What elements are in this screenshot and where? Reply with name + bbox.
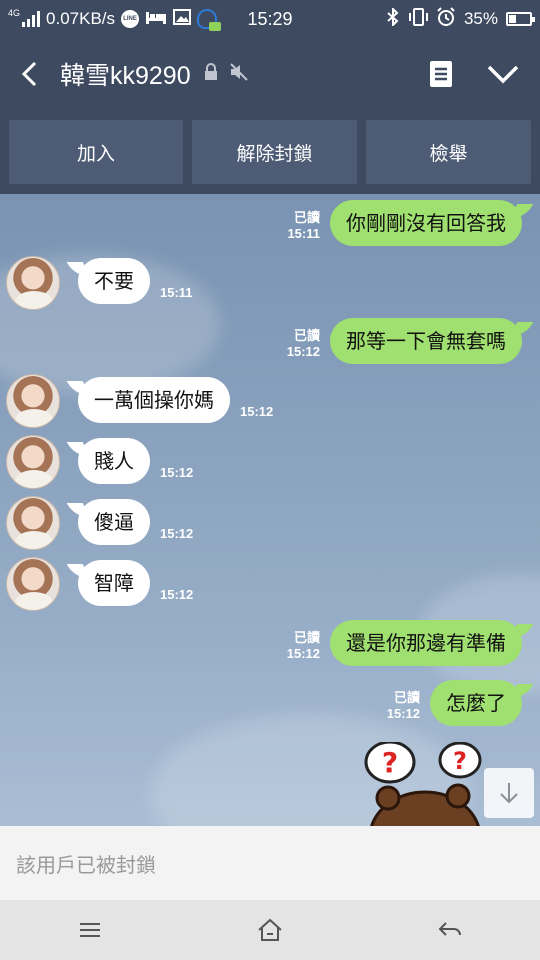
mute-icon bbox=[229, 63, 249, 85]
message-time: 15:12 bbox=[160, 465, 194, 480]
message-in: 智障 15:12 bbox=[78, 560, 193, 606]
question-mark: ? bbox=[382, 746, 398, 779]
scroll-to-bottom-button[interactable] bbox=[484, 768, 534, 818]
message-in: 一萬個操你媽 15:12 bbox=[78, 377, 273, 423]
message-bubble[interactable]: 怎麼了 bbox=[430, 680, 522, 726]
avatar[interactable] bbox=[6, 557, 60, 611]
message-time: 15:12 bbox=[286, 646, 320, 661]
message-time: 15:11 bbox=[160, 285, 193, 300]
blocked-notice-bar: 該用戶已被封鎖 bbox=[0, 826, 540, 900]
message-meta: 已讀 15:11 bbox=[287, 210, 320, 242]
message-in: 不要 15:11 bbox=[78, 258, 193, 304]
line-app-icon: LINE bbox=[121, 10, 140, 28]
message-time: 15:11 bbox=[287, 226, 320, 241]
back-icon bbox=[21, 61, 37, 87]
action-bar: 加入 解除封鎖 檢舉 bbox=[0, 110, 540, 194]
message-meta: 已讀 15:12 bbox=[287, 328, 320, 360]
status-right: 35% bbox=[386, 6, 535, 32]
chevron-down-icon bbox=[487, 65, 519, 84]
nav-home-button[interactable] bbox=[240, 905, 300, 955]
nav-menu-button[interactable] bbox=[60, 905, 120, 955]
message-out: 已讀 15:12 怎麼了 bbox=[387, 680, 522, 726]
mic-assistant-icon bbox=[197, 9, 222, 31]
message-in: 傻逼 15:12 bbox=[78, 499, 193, 545]
message-time: 15:12 bbox=[160, 587, 194, 602]
nav-back-button[interactable] bbox=[420, 905, 480, 955]
title-icons bbox=[203, 63, 249, 85]
bear-question-sticker[interactable]: ? ? bbox=[360, 742, 490, 826]
message-bubble[interactable]: 不要 bbox=[78, 258, 150, 304]
bluetooth-icon bbox=[386, 6, 400, 31]
home-icon bbox=[258, 918, 282, 941]
menu-icon bbox=[80, 923, 100, 937]
message-bubble[interactable]: 智障 bbox=[78, 560, 150, 606]
notes-icon bbox=[430, 61, 452, 87]
message-bubble[interactable]: 賤人 bbox=[78, 438, 150, 484]
system-nav-bar bbox=[0, 900, 540, 960]
alarm-icon bbox=[436, 6, 456, 32]
message-bubble[interactable]: 那等一下會無套嗎 bbox=[330, 318, 522, 364]
read-receipt: 已讀 bbox=[293, 210, 320, 225]
battery-icon bbox=[506, 12, 535, 26]
chat-header: 韓雪kk9290 bbox=[0, 38, 540, 110]
message-meta: 已讀 15:12 bbox=[387, 690, 420, 722]
network-speed: 0.07KB/s bbox=[46, 9, 116, 28]
read-receipt: 已讀 bbox=[293, 630, 320, 645]
add-friend-button[interactable]: 加入 bbox=[9, 120, 183, 184]
message-bubble[interactable]: 一萬個操你媽 bbox=[78, 377, 230, 423]
message-time: 15:12 bbox=[286, 344, 320, 359]
back-button[interactable] bbox=[0, 38, 60, 110]
blocked-notice: 該用戶已被封鎖 bbox=[16, 852, 156, 877]
message-out: 已讀 15:12 還是你那邊有準備 bbox=[287, 620, 522, 666]
read-receipt: 已讀 bbox=[293, 328, 320, 343]
message-bubble[interactable]: 你剛剛沒有回答我 bbox=[330, 200, 522, 246]
bed-icon bbox=[145, 9, 167, 30]
status-left: 4G 0.07KB/s LINE bbox=[8, 7, 222, 31]
avatar[interactable] bbox=[6, 256, 60, 310]
message-bubble[interactable]: 還是你那邊有準備 bbox=[330, 620, 522, 666]
message-meta: 已讀 15:12 bbox=[287, 630, 320, 662]
vibrate-icon bbox=[408, 7, 428, 31]
menu-expand-button[interactable] bbox=[486, 57, 520, 91]
read-receipt: 已讀 bbox=[393, 690, 420, 705]
message-bubble[interactable]: 傻逼 bbox=[78, 499, 150, 545]
message-time: 15:12 bbox=[160, 526, 194, 541]
battery-percent: 35% bbox=[463, 9, 498, 28]
signal-icon bbox=[22, 11, 41, 27]
message-time: 15:12 bbox=[386, 706, 420, 721]
image-icon bbox=[173, 8, 192, 30]
lock-icon bbox=[203, 63, 219, 85]
chat-title: 韓雪kk9290 bbox=[60, 62, 191, 90]
avatar[interactable] bbox=[6, 496, 60, 550]
message-out: 已讀 15:12 那等一下會無套嗎 bbox=[287, 318, 522, 364]
message-out: 已讀 15:11 你剛剛沒有回答我 bbox=[287, 200, 522, 246]
network-type: 4G bbox=[8, 7, 21, 18]
report-button[interactable]: 檢舉 bbox=[366, 120, 531, 184]
unblock-button[interactable]: 解除封鎖 bbox=[192, 120, 357, 184]
notes-button[interactable] bbox=[424, 57, 458, 91]
message-in: 賤人 15:12 bbox=[78, 438, 193, 484]
avatar[interactable] bbox=[6, 374, 60, 428]
question-mark: ? bbox=[453, 747, 467, 775]
back-nav-icon bbox=[438, 922, 461, 936]
chat-area[interactable]: 已讀 15:11 你剛剛沒有回答我 不要 15:11 已讀 15:12 那等一下… bbox=[0, 194, 540, 826]
avatar[interactable] bbox=[6, 435, 60, 489]
message-time: 15:12 bbox=[240, 404, 274, 419]
status-bar: 4G 0.07KB/s LINE 15:29 35% bbox=[0, 0, 540, 38]
arrow-down-icon bbox=[500, 783, 518, 804]
header-actions bbox=[424, 57, 540, 91]
